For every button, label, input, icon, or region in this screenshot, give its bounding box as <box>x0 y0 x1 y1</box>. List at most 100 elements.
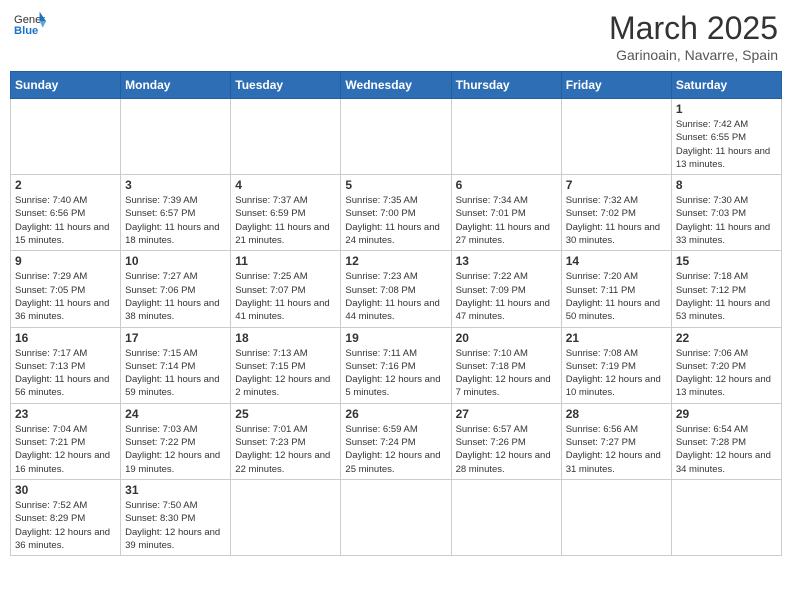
day-number: 17 <box>125 331 226 345</box>
day-info: Sunrise: 7:52 AM Sunset: 8:29 PM Dayligh… <box>15 499 116 552</box>
day-number: 9 <box>15 254 116 268</box>
table-row <box>451 479 561 555</box>
table-row: 26 Sunrise: 6:59 AM Sunset: 7:24 PM Dayli… <box>341 403 451 479</box>
day-info: Sunrise: 7:29 AM Sunset: 7:05 PM Dayligh… <box>15 270 116 323</box>
table-row <box>231 479 341 555</box>
table-row: 13 Sunrise: 7:22 AM Sunset: 7:09 PM Dayli… <box>451 251 561 327</box>
day-info: Sunrise: 7:03 AM Sunset: 7:22 PM Dayligh… <box>125 423 226 476</box>
day-info: Sunrise: 6:56 AM Sunset: 7:27 PM Dayligh… <box>566 423 667 476</box>
day-number: 23 <box>15 407 116 421</box>
day-info: Sunrise: 7:08 AM Sunset: 7:19 PM Dayligh… <box>566 347 667 400</box>
table-row <box>671 479 781 555</box>
day-info: Sunrise: 7:23 AM Sunset: 7:08 PM Dayligh… <box>345 270 446 323</box>
logo-icon: General Blue <box>14 10 46 38</box>
table-row: 11Sunrise: 7:25 AM Sunset: 7:07 PM Dayli… <box>231 251 341 327</box>
day-number: 31 <box>125 483 226 497</box>
day-info: Sunrise: 7:13 AM Sunset: 7:15 PM Dayligh… <box>235 347 336 400</box>
day-number: 29 <box>676 407 777 421</box>
day-number: 22 <box>676 331 777 345</box>
day-info: Sunrise: 7:42 AM Sunset: 6:55 PM Dayligh… <box>676 118 777 171</box>
day-info: Sunrise: 7:27 AM Sunset: 7:06 PM Dayligh… <box>125 270 226 323</box>
day-number: 10 <box>125 254 226 268</box>
day-info: Sunrise: 7:40 AM Sunset: 6:56 PM Dayligh… <box>15 194 116 247</box>
day-info: Sunrise: 7:30 AM Sunset: 7:03 PM Dayligh… <box>676 194 777 247</box>
day-number: 12 <box>345 254 446 268</box>
day-number: 19 <box>345 331 446 345</box>
table-row: 1 Sunrise: 7:42 AM Sunset: 6:55 PM Daylig… <box>671 99 781 175</box>
table-row <box>561 99 671 175</box>
col-monday: Monday <box>121 72 231 99</box>
day-number: 16 <box>15 331 116 345</box>
day-info: Sunrise: 7:18 AM Sunset: 7:12 PM Dayligh… <box>676 270 777 323</box>
day-info: Sunrise: 7:17 AM Sunset: 7:13 PM Dayligh… <box>15 347 116 400</box>
table-row: 8Sunrise: 7:30 AM Sunset: 7:03 PM Daylig… <box>671 175 781 251</box>
table-row: 30 Sunrise: 7:52 AM Sunset: 8:29 PM Dayli… <box>11 479 121 555</box>
day-info: Sunrise: 7:10 AM Sunset: 7:18 PM Dayligh… <box>456 347 557 400</box>
table-row: 6 Sunrise: 7:34 AM Sunset: 7:01 PM Daylig… <box>451 175 561 251</box>
day-info: Sunrise: 7:01 AM Sunset: 7:23 PM Dayligh… <box>235 423 336 476</box>
calendar-header-row: Sunday Monday Tuesday Wednesday Thursday… <box>11 72 782 99</box>
col-sunday: Sunday <box>11 72 121 99</box>
day-number: 30 <box>15 483 116 497</box>
calendar-table: Sunday Monday Tuesday Wednesday Thursday… <box>10 71 782 556</box>
table-row <box>121 99 231 175</box>
day-number: 27 <box>456 407 557 421</box>
table-row: 4 Sunrise: 7:37 AM Sunset: 6:59 PM Daylig… <box>231 175 341 251</box>
calendar-week-row: 2Sunrise: 7:40 AM Sunset: 6:56 PM Daylig… <box>11 175 782 251</box>
day-number: 15 <box>676 254 777 268</box>
col-thursday: Thursday <box>451 72 561 99</box>
table-row: 12 Sunrise: 7:23 AM Sunset: 7:08 PM Dayli… <box>341 251 451 327</box>
day-number: 5 <box>345 178 446 192</box>
day-number: 28 <box>566 407 667 421</box>
table-row: 7Sunrise: 7:32 AM Sunset: 7:02 PM Daylig… <box>561 175 671 251</box>
table-row: 10 Sunrise: 7:27 AM Sunset: 7:06 PM Dayli… <box>121 251 231 327</box>
col-tuesday: Tuesday <box>231 72 341 99</box>
day-info: Sunrise: 7:32 AM Sunset: 7:02 PM Dayligh… <box>566 194 667 247</box>
page-header: General Blue March 2025 Garinoain, Navar… <box>10 10 782 63</box>
day-number: 21 <box>566 331 667 345</box>
day-info: Sunrise: 6:54 AM Sunset: 7:28 PM Dayligh… <box>676 423 777 476</box>
day-info: Sunrise: 7:37 AM Sunset: 6:59 PM Dayligh… <box>235 194 336 247</box>
table-row <box>341 99 451 175</box>
day-number: 1 <box>676 102 777 116</box>
table-row: 24Sunrise: 7:03 AM Sunset: 7:22 PM Dayli… <box>121 403 231 479</box>
day-number: 18 <box>235 331 336 345</box>
table-row: 29 Sunrise: 6:54 AM Sunset: 7:28 PM Dayli… <box>671 403 781 479</box>
table-row: 25 Sunrise: 7:01 AM Sunset: 7:23 PM Dayli… <box>231 403 341 479</box>
day-number: 3 <box>125 178 226 192</box>
table-row: 19Sunrise: 7:11 AM Sunset: 7:16 PM Dayli… <box>341 327 451 403</box>
calendar-week-row: 16 Sunrise: 7:17 AM Sunset: 7:13 PM Dayli… <box>11 327 782 403</box>
day-number: 6 <box>456 178 557 192</box>
table-row: 22 Sunrise: 7:06 AM Sunset: 7:20 PM Dayli… <box>671 327 781 403</box>
table-row: 17Sunrise: 7:15 AM Sunset: 7:14 PM Dayli… <box>121 327 231 403</box>
table-row <box>231 99 341 175</box>
day-number: 4 <box>235 178 336 192</box>
day-info: Sunrise: 7:39 AM Sunset: 6:57 PM Dayligh… <box>125 194 226 247</box>
table-row: 14Sunrise: 7:20 AM Sunset: 7:11 PM Dayli… <box>561 251 671 327</box>
day-info: Sunrise: 7:50 AM Sunset: 8:30 PM Dayligh… <box>125 499 226 552</box>
table-row: 3 Sunrise: 7:39 AM Sunset: 6:57 PM Daylig… <box>121 175 231 251</box>
title-area: March 2025 Garinoain, Navarre, Spain <box>609 10 778 63</box>
day-number: 26 <box>345 407 446 421</box>
table-row: 23 Sunrise: 7:04 AM Sunset: 7:21 PM Dayli… <box>11 403 121 479</box>
day-info: Sunrise: 7:34 AM Sunset: 7:01 PM Dayligh… <box>456 194 557 247</box>
calendar-week-row: 1 Sunrise: 7:42 AM Sunset: 6:55 PM Daylig… <box>11 99 782 175</box>
table-row: 31 Sunrise: 7:50 AM Sunset: 8:30 PM Dayli… <box>121 479 231 555</box>
day-info: Sunrise: 6:59 AM Sunset: 7:24 PM Dayligh… <box>345 423 446 476</box>
day-info: Sunrise: 7:04 AM Sunset: 7:21 PM Dayligh… <box>15 423 116 476</box>
calendar-week-row: 30 Sunrise: 7:52 AM Sunset: 8:29 PM Dayli… <box>11 479 782 555</box>
day-number: 14 <box>566 254 667 268</box>
calendar-week-row: 23 Sunrise: 7:04 AM Sunset: 7:21 PM Dayli… <box>11 403 782 479</box>
table-row: 16 Sunrise: 7:17 AM Sunset: 7:13 PM Dayli… <box>11 327 121 403</box>
day-number: 20 <box>456 331 557 345</box>
table-row: 18 Sunrise: 7:13 AM Sunset: 7:15 PM Dayli… <box>231 327 341 403</box>
calendar-week-row: 9 Sunrise: 7:29 AM Sunset: 7:05 PM Daylig… <box>11 251 782 327</box>
day-info: Sunrise: 7:06 AM Sunset: 7:20 PM Dayligh… <box>676 347 777 400</box>
day-info: Sunrise: 7:22 AM Sunset: 7:09 PM Dayligh… <box>456 270 557 323</box>
table-row: 2Sunrise: 7:40 AM Sunset: 6:56 PM Daylig… <box>11 175 121 251</box>
table-row: 28 Sunrise: 6:56 AM Sunset: 7:27 PM Dayli… <box>561 403 671 479</box>
day-number: 25 <box>235 407 336 421</box>
table-row <box>561 479 671 555</box>
table-row: 9 Sunrise: 7:29 AM Sunset: 7:05 PM Daylig… <box>11 251 121 327</box>
day-number: 13 <box>456 254 557 268</box>
